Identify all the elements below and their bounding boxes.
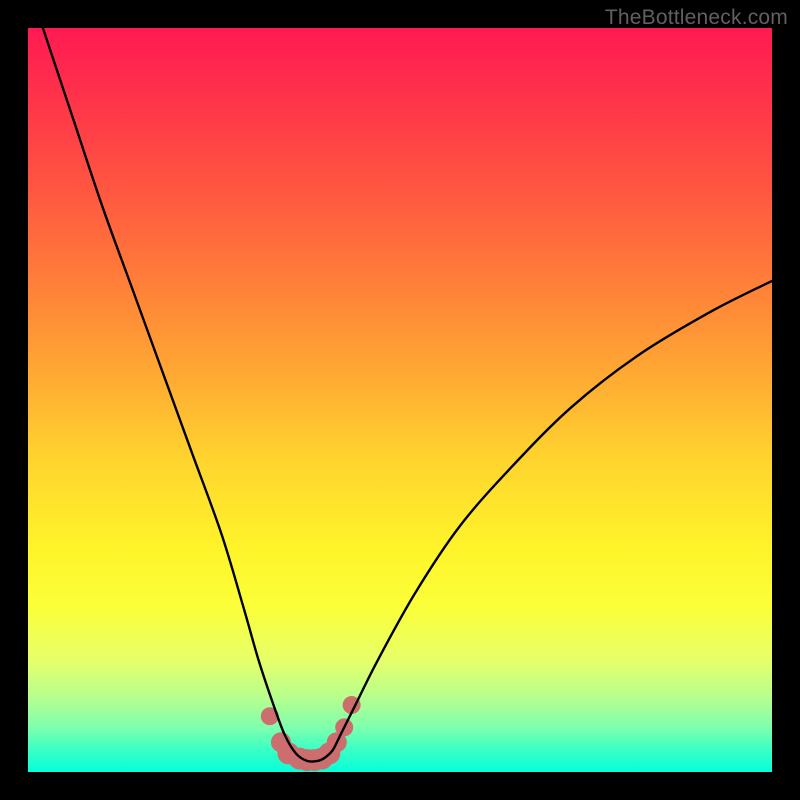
- watermark-text: TheBottleneck.com: [605, 6, 788, 30]
- plot-area: [28, 28, 772, 772]
- curve-svg: [28, 28, 772, 772]
- bottleneck-curve: [43, 28, 772, 762]
- highlight-markers: [261, 696, 361, 771]
- chart-frame: TheBottleneck.com: [0, 0, 800, 800]
